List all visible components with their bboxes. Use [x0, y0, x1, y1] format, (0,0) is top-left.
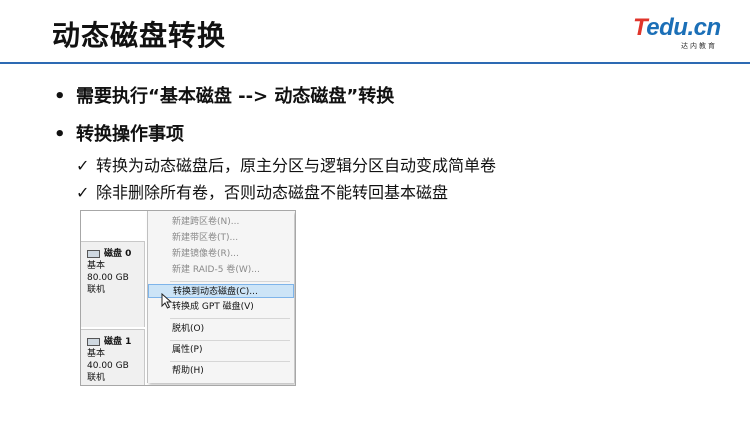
disk-icon	[87, 338, 100, 346]
menu-separator	[170, 318, 290, 319]
check-item: ✓ 除非删除所有卷，否则动态磁盘不能转回基本磁盘	[76, 183, 449, 202]
tedu-logo: Tedu.cn 达内教育	[633, 14, 725, 50]
menu-item-new-raid5-volume[interactable]: 新建 RAID-5 卷(W)...	[148, 263, 294, 277]
bullet-dot-icon: •	[54, 86, 66, 107]
menu-item-new-striped-volume[interactable]: 新建带区卷(T)...	[148, 231, 294, 245]
logo-tagline: 达内教育	[681, 42, 717, 50]
menu-separator	[170, 281, 290, 282]
menu-item-help[interactable]: 帮助(H)	[148, 364, 294, 378]
title-divider	[0, 62, 750, 64]
disk-icon	[87, 250, 100, 258]
mouse-cursor-icon	[161, 293, 173, 309]
menu-item-new-spanned-volume[interactable]: 新建跨区卷(N)...	[148, 215, 294, 229]
disk-management-screenshot: 磁盘 0 基本 80.00 GB 联机 磁盘 1 基本 40.00 GB 联机 …	[80, 210, 296, 386]
disk-1-panel[interactable]: 磁盘 1 基本 40.00 GB 联机	[81, 329, 145, 385]
checkmark-icon: ✓	[76, 183, 90, 202]
logo-wordmark: Tedu.cn	[633, 14, 721, 41]
menu-separator	[170, 361, 290, 362]
bullet-dot-icon: •	[54, 124, 66, 145]
slide-title: 动态磁盘转换	[52, 19, 227, 52]
bullet-item: • 转换操作事项	[54, 124, 184, 145]
disk-0-panel[interactable]: 磁盘 0 基本 80.00 GB 联机	[81, 241, 145, 327]
menu-item-new-mirrored-volume[interactable]: 新建镜像卷(R)...	[148, 247, 294, 261]
menu-item-properties[interactable]: 属性(P)	[148, 343, 294, 357]
menu-item-offline[interactable]: 脱机(O)	[148, 322, 294, 336]
menu-separator	[170, 340, 290, 341]
checkmark-icon: ✓	[76, 156, 90, 175]
check-item: ✓ 转换为动态磁盘后，原主分区与逻辑分区自动变成简单卷	[76, 156, 497, 175]
bullet-item: • 需要执行“基本磁盘 --> 动态磁盘”转换	[54, 86, 395, 107]
